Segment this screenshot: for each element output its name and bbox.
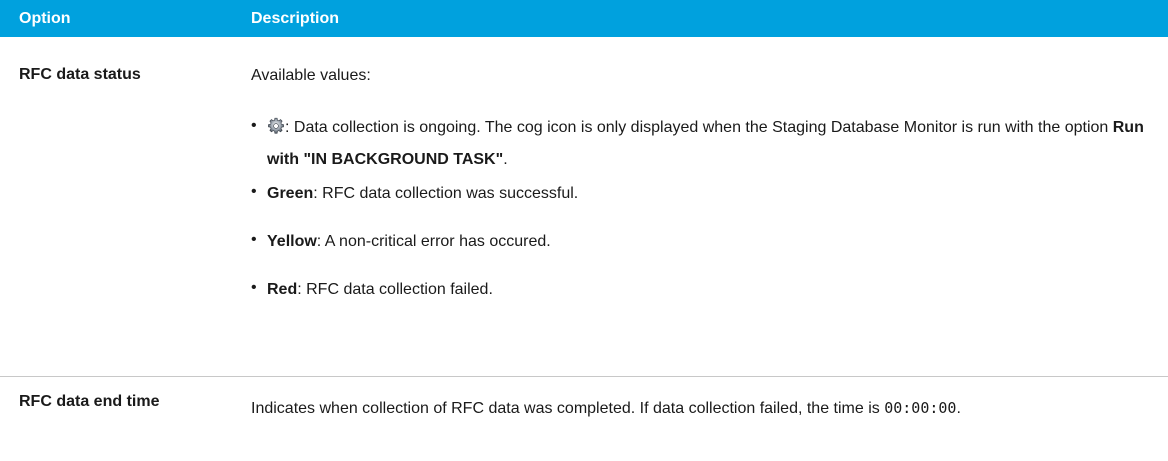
- header-option: Option: [19, 10, 71, 27]
- item-text: Red: RFC data collection failed.: [267, 274, 1167, 306]
- bullet: •: [251, 183, 257, 200]
- table-row: RFC data status Available values: •: Da…: [0, 37, 1168, 377]
- item-end: .: [503, 151, 508, 168]
- item-bold: Green: [267, 185, 314, 202]
- item-text: : Data collection is ongoing. The cog ic…: [267, 112, 1167, 176]
- description-end: .: [956, 400, 961, 417]
- header-description: Description: [251, 10, 340, 27]
- option-name: RFC data end time: [19, 393, 160, 410]
- table-row: RFC data end time Indicates when collect…: [0, 377, 1168, 461]
- time-code: 00:00:00: [884, 399, 957, 417]
- option-description: Available values:: [251, 66, 371, 86]
- bullet: •: [251, 231, 257, 248]
- option-description: Indicates when collection of RFC data wa…: [251, 392, 1156, 425]
- description-text: Indicates when collection of RFC data wa…: [251, 400, 885, 417]
- item-text-body: : A non-critical error has occured.: [316, 233, 551, 250]
- table-header: Option Description: [0, 0, 1168, 37]
- bullet: •: [251, 117, 257, 134]
- bullet: •: [251, 279, 257, 296]
- item-text-body: : RFC data collection was successful.: [313, 185, 579, 202]
- option-name: RFC data status: [19, 66, 141, 83]
- description-intro: Available values:: [251, 67, 371, 84]
- item-bold: Yellow: [267, 233, 317, 250]
- item-text: Yellow: A non-critical error has occured…: [267, 226, 1167, 258]
- item-text: Green: RFC data collection was successfu…: [267, 178, 1167, 210]
- options-table: Option Description RFC data status Avail…: [0, 0, 1168, 417]
- item-bold: Red: [267, 281, 298, 298]
- item-text-body: : RFC data collection failed.: [297, 281, 493, 298]
- item-text-body: : Data collection is ongoing. The cog ic…: [285, 119, 1113, 136]
- cog-icon: [268, 117, 284, 134]
